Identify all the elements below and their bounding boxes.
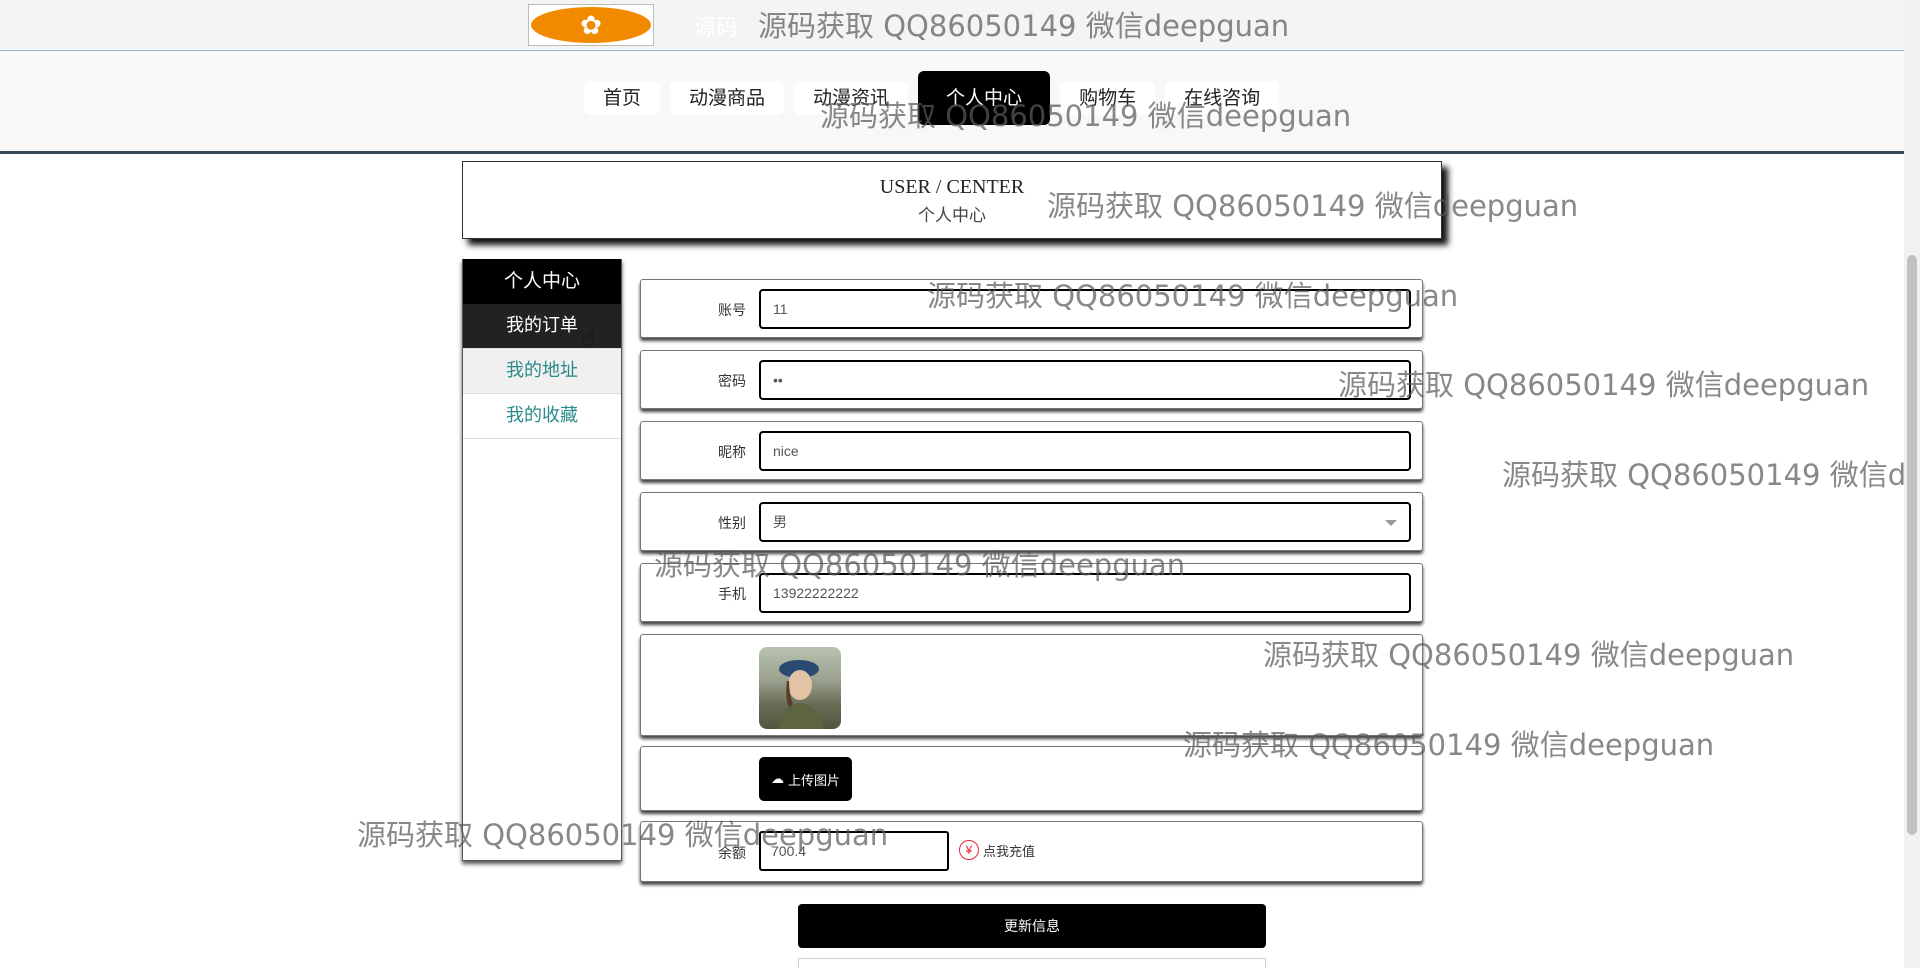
nav-user-center[interactable]: 个人中心 [918,71,1051,125]
balance-label: 余额 [718,845,746,861]
gender-row: 性别 男 [640,492,1423,551]
sidebar: 个人中心 我的订单 我的地址 我的收藏 [462,259,622,861]
cloud-upload-icon: ☁ [770,771,784,786]
hand-cursor-icon: ☝ [582,325,596,350]
yen-icon: ¥ [959,840,979,860]
recharge-link[interactable]: ¥ 点我充值 [959,840,1035,860]
nav-cart[interactable]: 购物车 [1060,81,1156,115]
account-label: 账号 [718,302,746,318]
gender-select[interactable]: 男 [759,502,1411,542]
top-bar: ✿ 源码 [0,0,1904,51]
avatar [759,647,841,729]
flower-logo-icon: ✿ [580,10,602,40]
nav-news[interactable]: 动漫资讯 [794,81,909,115]
gender-label: 性别 [718,515,746,531]
password-label: 密码 [718,373,746,389]
site-title: 源码 [694,16,739,41]
scrollbar-thumb[interactable] [1907,255,1917,835]
watermark: 源码获取 QQ86050149 微信deepguan [1502,458,1904,492]
upload-image-button[interactable]: ☁ 上传图片 [759,757,852,801]
sidebar-title[interactable]: 个人中心 [463,259,621,304]
user-center-header: USER / CENTER 个人中心 [462,161,1442,239]
balance-input[interactable]: 700.4 [759,831,949,871]
main-nav: 首页 动漫商品 动漫资讯 个人中心 购物车 在线咨询 [584,71,1289,125]
page-scrollbar[interactable] [1904,0,1920,968]
avatar-photo-icon [779,660,823,729]
recharge-label: 点我充值 [983,843,1036,859]
phone-row: 手机 13922222222 [640,563,1423,622]
update-info-button[interactable]: 更新信息 [798,904,1266,948]
nav-products[interactable]: 动漫商品 [670,81,785,115]
phone-label: 手机 [718,586,746,602]
site-logo[interactable]: ✿ [528,4,654,46]
sidebar-item-favorites[interactable]: 我的收藏 [463,394,621,439]
password-row: 密码 •• [640,350,1423,409]
avatar-row [640,634,1423,736]
upload-image-label: 上传图片 [787,772,840,788]
sidebar-item-address[interactable]: 我的地址 [463,349,621,394]
account-row: 账号 11 [640,279,1423,338]
phone-input[interactable]: 13922222222 [759,573,1411,613]
account-input[interactable]: 11 [759,289,1411,329]
user-center-title-cn: 个人中心 [918,206,986,226]
nickname-row: 昵称 nice [640,421,1423,480]
nickname-label: 昵称 [718,444,746,460]
gender-selected-value: 男 [773,514,787,530]
secondary-button-edge [798,958,1266,968]
balance-row: 余额 700.4 ¥ 点我充值 [640,821,1423,882]
password-input[interactable]: •• [759,360,1411,400]
sidebar-item-orders[interactable]: 我的订单 [463,304,621,349]
nickname-input[interactable]: nice [759,431,1411,471]
caret-down-icon [1385,520,1397,526]
nav-consult[interactable]: 在线咨询 [1165,81,1280,115]
nav-home[interactable]: 首页 [584,81,661,115]
user-center-title-en: USER / CENTER [879,176,1025,198]
upload-row: ☁ 上传图片 [640,746,1423,811]
